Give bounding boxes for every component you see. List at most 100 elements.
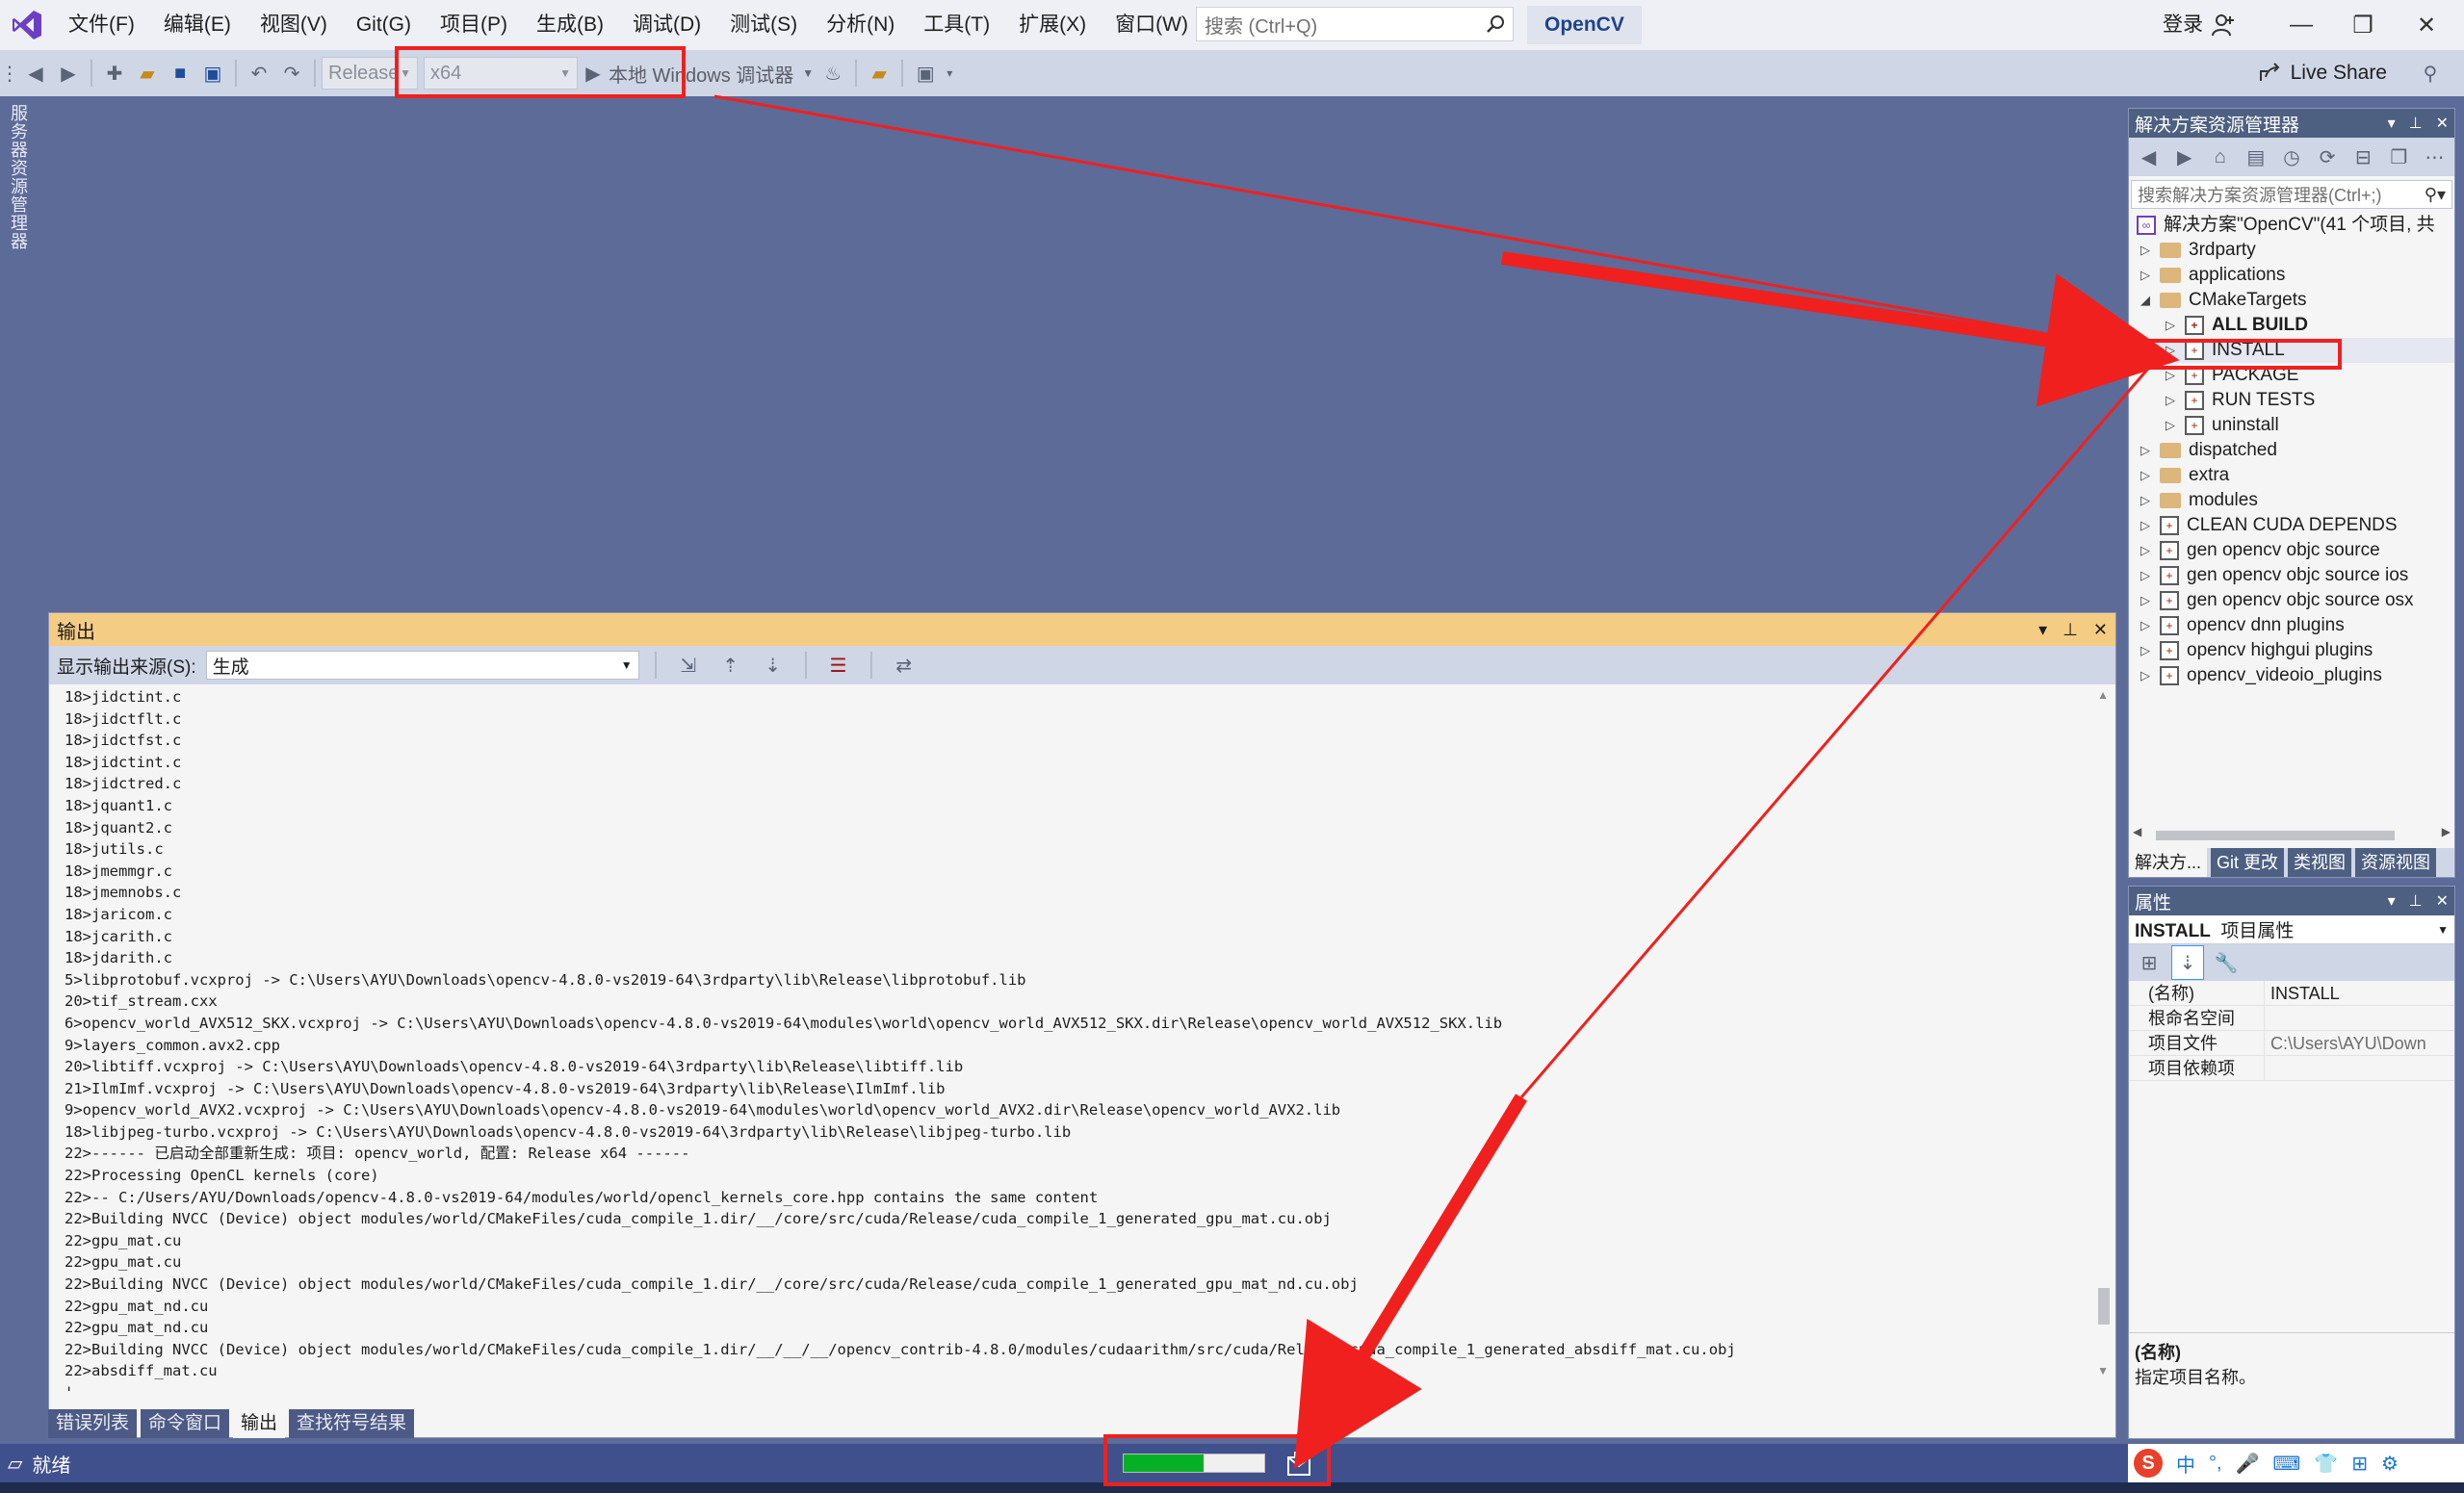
menu-view[interactable]: 视图(V)	[246, 0, 342, 50]
categorized-icon[interactable]: ⊞	[2133, 945, 2166, 980]
collapsed-arrow-icon[interactable]: ▷	[2139, 463, 2152, 488]
collapse-all-icon[interactable]: ⊟	[2347, 140, 2379, 174]
tree-item[interactable]: ▷ dispatched	[2129, 438, 2454, 463]
forward-icon[interactable]: ▶	[52, 56, 85, 90]
tree-item[interactable]: ▷ + RUN TESTS	[2129, 388, 2454, 413]
collapsed-arrow-icon[interactable]: ▷	[2139, 638, 2152, 663]
live-share-button[interactable]: Live Share	[2258, 56, 2387, 90]
open-folder-icon[interactable]: ▰	[131, 56, 164, 90]
tree-item[interactable]: ▷ + CLEAN CUDA DEPENDS	[2129, 513, 2454, 538]
server-explorer-tab[interactable]: 服务器资源管理器	[6, 104, 31, 250]
collapsed-arrow-icon[interactable]: ▷	[2139, 488, 2152, 513]
properties-object-select[interactable]: INSTALL 项目属性 ▼	[2129, 915, 2454, 944]
property-pages-icon[interactable]: 🔧	[2210, 945, 2243, 980]
menu-file[interactable]: 文件(F)	[54, 0, 149, 50]
solution-search-input[interactable]: 搜索解决方案资源管理器(Ctrl+;) ⚲▾	[2131, 180, 2452, 209]
collapsed-arrow-icon[interactable]: ▷	[2139, 263, 2152, 288]
restore-icon[interactable]: ❐	[2334, 0, 2392, 50]
collapsed-arrow-icon[interactable]: ▷	[2164, 388, 2177, 413]
collapsed-arrow-icon[interactable]: ▷	[2139, 538, 2152, 563]
hot-reload-icon[interactable]: ♨	[817, 56, 849, 90]
menu-analyze[interactable]: 分析(N)	[812, 0, 909, 50]
tree-item[interactable]: ▷ extra	[2129, 463, 2454, 488]
tree-item[interactable]: ▷ + gen opencv objc source	[2129, 538, 2454, 563]
find-message-icon[interactable]: ⇲	[672, 648, 705, 682]
collapsed-arrow-icon[interactable]: ▷	[2139, 438, 2152, 463]
output-source-select[interactable]: 生成 ▼	[205, 651, 639, 680]
minimize-icon[interactable]: —	[2272, 0, 2330, 50]
home-icon[interactable]: ⌂	[2204, 140, 2236, 174]
menu-git[interactable]: Git(G)	[342, 0, 426, 50]
collapsed-arrow-icon[interactable]: ▷	[2139, 588, 2152, 613]
tree-item[interactable]: ▷ + opencv_videoio_plugins	[2129, 663, 2454, 688]
tab-output[interactable]: 输出	[233, 1409, 286, 1438]
word-wrap-icon[interactable]: ⇄	[888, 648, 921, 682]
clear-all-icon[interactable]: ☰	[822, 648, 855, 682]
pin-icon[interactable]: ⊥	[2062, 620, 2078, 640]
login-button[interactable]: 登录	[2163, 0, 2236, 50]
microphone-icon[interactable]: 🎤	[2236, 1452, 2260, 1476]
search-input[interactable]: 搜索 (Ctrl+Q)	[1196, 7, 1514, 41]
window-position-icon[interactable]: ▾	[2388, 114, 2396, 133]
previous-message-icon[interactable]: ⇡	[714, 648, 747, 682]
tree-item[interactable]: ▷ + gen opencv objc source osx	[2129, 588, 2454, 613]
collapsed-arrow-icon[interactable]: ▷	[2139, 663, 2152, 688]
close-window-icon[interactable]: ✕	[2398, 0, 2455, 50]
save-icon[interactable]: ■	[164, 56, 196, 90]
toolbar-overflow-icon[interactable]: ▾	[942, 56, 957, 90]
property-row[interactable]: 项目依赖项	[2129, 1056, 2454, 1081]
tab-git-changes[interactable]: Git 更改	[2211, 848, 2285, 877]
properties-icon[interactable]: ⋯	[2419, 140, 2451, 174]
solution-root-row[interactable]: ∞ 解决方案"OpenCV"(41 个项目, 共	[2129, 213, 2454, 238]
skin-icon[interactable]: 👕	[2314, 1452, 2338, 1476]
feedback-icon[interactable]: ⚲	[2414, 56, 2447, 90]
tree-item[interactable]: ▷ modules	[2129, 488, 2454, 513]
tree-item[interactable]: ▷ + opencv highgui plugins	[2129, 638, 2454, 663]
tree-item[interactable]: ▷ + opencv dnn plugins	[2129, 613, 2454, 638]
menu-build[interactable]: 生成(B)	[522, 0, 618, 50]
alphabetical-icon[interactable]: ⇣	[2171, 945, 2204, 980]
scroll-down-icon[interactable]: ▼	[2097, 1364, 2109, 1377]
menu-tools[interactable]: 工具(T)	[909, 0, 1004, 50]
scroll-right-icon[interactable]: ▶	[2442, 825, 2451, 838]
find-in-files-icon[interactable]: ▰	[863, 56, 895, 90]
tree-item[interactable]: ▷ 3rdparty	[2129, 238, 2454, 263]
menu-project[interactable]: 项目(P)	[426, 0, 522, 50]
close-panel-icon[interactable]: ✕	[2436, 891, 2449, 911]
property-row[interactable]: 项目文件 C:\Users\AYU\Down	[2129, 1031, 2454, 1056]
save-all-icon[interactable]: ▣	[196, 56, 229, 90]
settings-gear-icon[interactable]: ⚙	[2381, 1452, 2399, 1476]
chevron-down-icon[interactable]: ▼	[799, 56, 817, 90]
scroll-left-icon[interactable]: ◀	[2133, 825, 2141, 838]
tree-item[interactable]: ▷ + uninstall	[2129, 413, 2454, 438]
tab-resource-view[interactable]: 资源视图	[2355, 848, 2437, 877]
menu-debug[interactable]: 调试(D)	[618, 0, 715, 50]
scroll-thumb[interactable]	[2156, 831, 2395, 840]
scroll-up-icon[interactable]: ▲	[2097, 688, 2109, 702]
close-panel-icon[interactable]: ✕	[2436, 114, 2449, 133]
output-text-area[interactable]: 18>jidctint.c 18>jidctflt.c 18>jidctfst.c 1…	[65, 686, 2087, 1391]
tab-find-symbol-results[interactable]: 查找符号结果	[289, 1409, 415, 1438]
tree-item[interactable]: ▷ + ALL BUILD	[2129, 313, 2454, 338]
menu-test[interactable]: 测试(S)	[715, 0, 812, 50]
property-row[interactable]: 根命名空间	[2129, 1006, 2454, 1031]
menu-window[interactable]: 窗口(W)	[1101, 0, 1203, 50]
menu-extensions[interactable]: 扩展(X)	[1004, 0, 1101, 50]
collapsed-arrow-icon[interactable]: ▷	[2139, 613, 2152, 638]
collapsed-arrow-icon[interactable]: ▷	[2164, 413, 2177, 438]
pin-icon[interactable]: ⊥	[2409, 891, 2423, 911]
ime-language[interactable]: 中	[2176, 1450, 2195, 1478]
toolbox-icon[interactable]: ⊞	[2351, 1452, 2368, 1476]
tab-command-window[interactable]: 命令窗口	[141, 1409, 230, 1438]
sogou-logo-icon[interactable]: S	[2134, 1449, 2163, 1478]
collapsed-arrow-icon[interactable]: ▷	[2139, 563, 2152, 588]
output-vertical-scrollbar[interactable]: ▲ ▼	[2092, 686, 2114, 1379]
tree-item[interactable]: ◢ CMakeTargets	[2129, 288, 2454, 313]
new-project-icon[interactable]: ✚	[98, 56, 131, 90]
sync-icon[interactable]: ⟳	[2312, 140, 2344, 174]
show-all-files-icon[interactable]: ❐	[2383, 140, 2415, 174]
expanded-arrow-icon[interactable]: ◢	[2139, 288, 2152, 313]
window-position-icon[interactable]: ▾	[2038, 620, 2047, 640]
next-message-icon[interactable]: ⇣	[757, 648, 790, 682]
tab-class-view[interactable]: 类视图	[2288, 848, 2352, 877]
